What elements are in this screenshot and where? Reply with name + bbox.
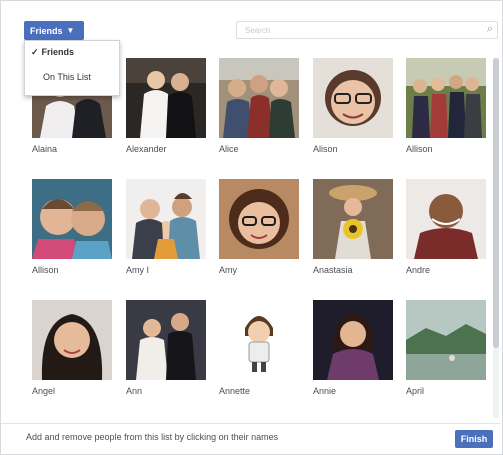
person-name: Allison <box>32 265 59 275</box>
photo-flowers <box>313 179 393 259</box>
scrollbar-thumb[interactable] <box>493 58 499 348</box>
check-icon: ✓ <box>31 46 39 57</box>
person-name: Alice <box>219 144 239 154</box>
photo-group-outdoor <box>406 58 486 138</box>
person-name: Alaina <box>32 144 58 154</box>
cartoon-avatar <box>219 300 299 380</box>
photo-woman-dark-hair <box>32 300 112 380</box>
photo-group <box>219 58 299 138</box>
person-name: Andre <box>406 265 431 275</box>
person-name: Annie <box>313 386 337 396</box>
photo-woman-glasses <box>313 58 393 138</box>
photo-couple-formal <box>126 300 206 380</box>
search-icon: ⌕ <box>486 23 493 35</box>
search-placeholder: Search <box>245 25 271 35</box>
photo-wedding <box>126 58 206 138</box>
photo-man-smiling <box>406 179 486 259</box>
person-name: Anastasia <box>313 265 353 275</box>
scrollbar[interactable] <box>493 58 499 418</box>
person-name: Allison <box>406 144 433 154</box>
photo-landscape <box>406 300 486 380</box>
menu-item-friends[interactable]: ✓ Friends <box>25 43 119 61</box>
photo-two-kids <box>32 179 112 259</box>
person-name: Alison <box>313 144 338 154</box>
friends-filter-dropdown[interactable]: Friends ▼ <box>24 21 84 40</box>
person-name: Alexander <box>126 144 167 154</box>
menu-item-on-this-list[interactable]: On This List <box>25 68 119 86</box>
dropdown-label: Friends <box>30 25 63 36</box>
footer-instruction: Add and remove people from this list by … <box>26 432 279 442</box>
footer-divider <box>1 423 500 424</box>
finish-button[interactable]: Finish <box>455 430 493 448</box>
person-name: Annette <box>219 386 251 396</box>
menu-item-label: On This List <box>43 72 91 82</box>
person-name: Amy <box>219 265 237 275</box>
person-name: Angel <box>32 386 56 396</box>
caret-down-icon: ▼ <box>66 26 75 35</box>
person-name: April <box>406 386 425 396</box>
search-input[interactable]: Search ⌕ <box>236 21 498 39</box>
menu-item-label: Friends <box>41 47 75 57</box>
photo-woman-night <box>313 300 393 380</box>
photo-woman-glasses <box>219 179 299 259</box>
person-name: Amy I <box>126 265 150 275</box>
photo-couple-baby <box>126 179 206 259</box>
person-name: Ann <box>126 386 143 396</box>
filter-menu: ✓ Friends On This List <box>24 40 120 96</box>
